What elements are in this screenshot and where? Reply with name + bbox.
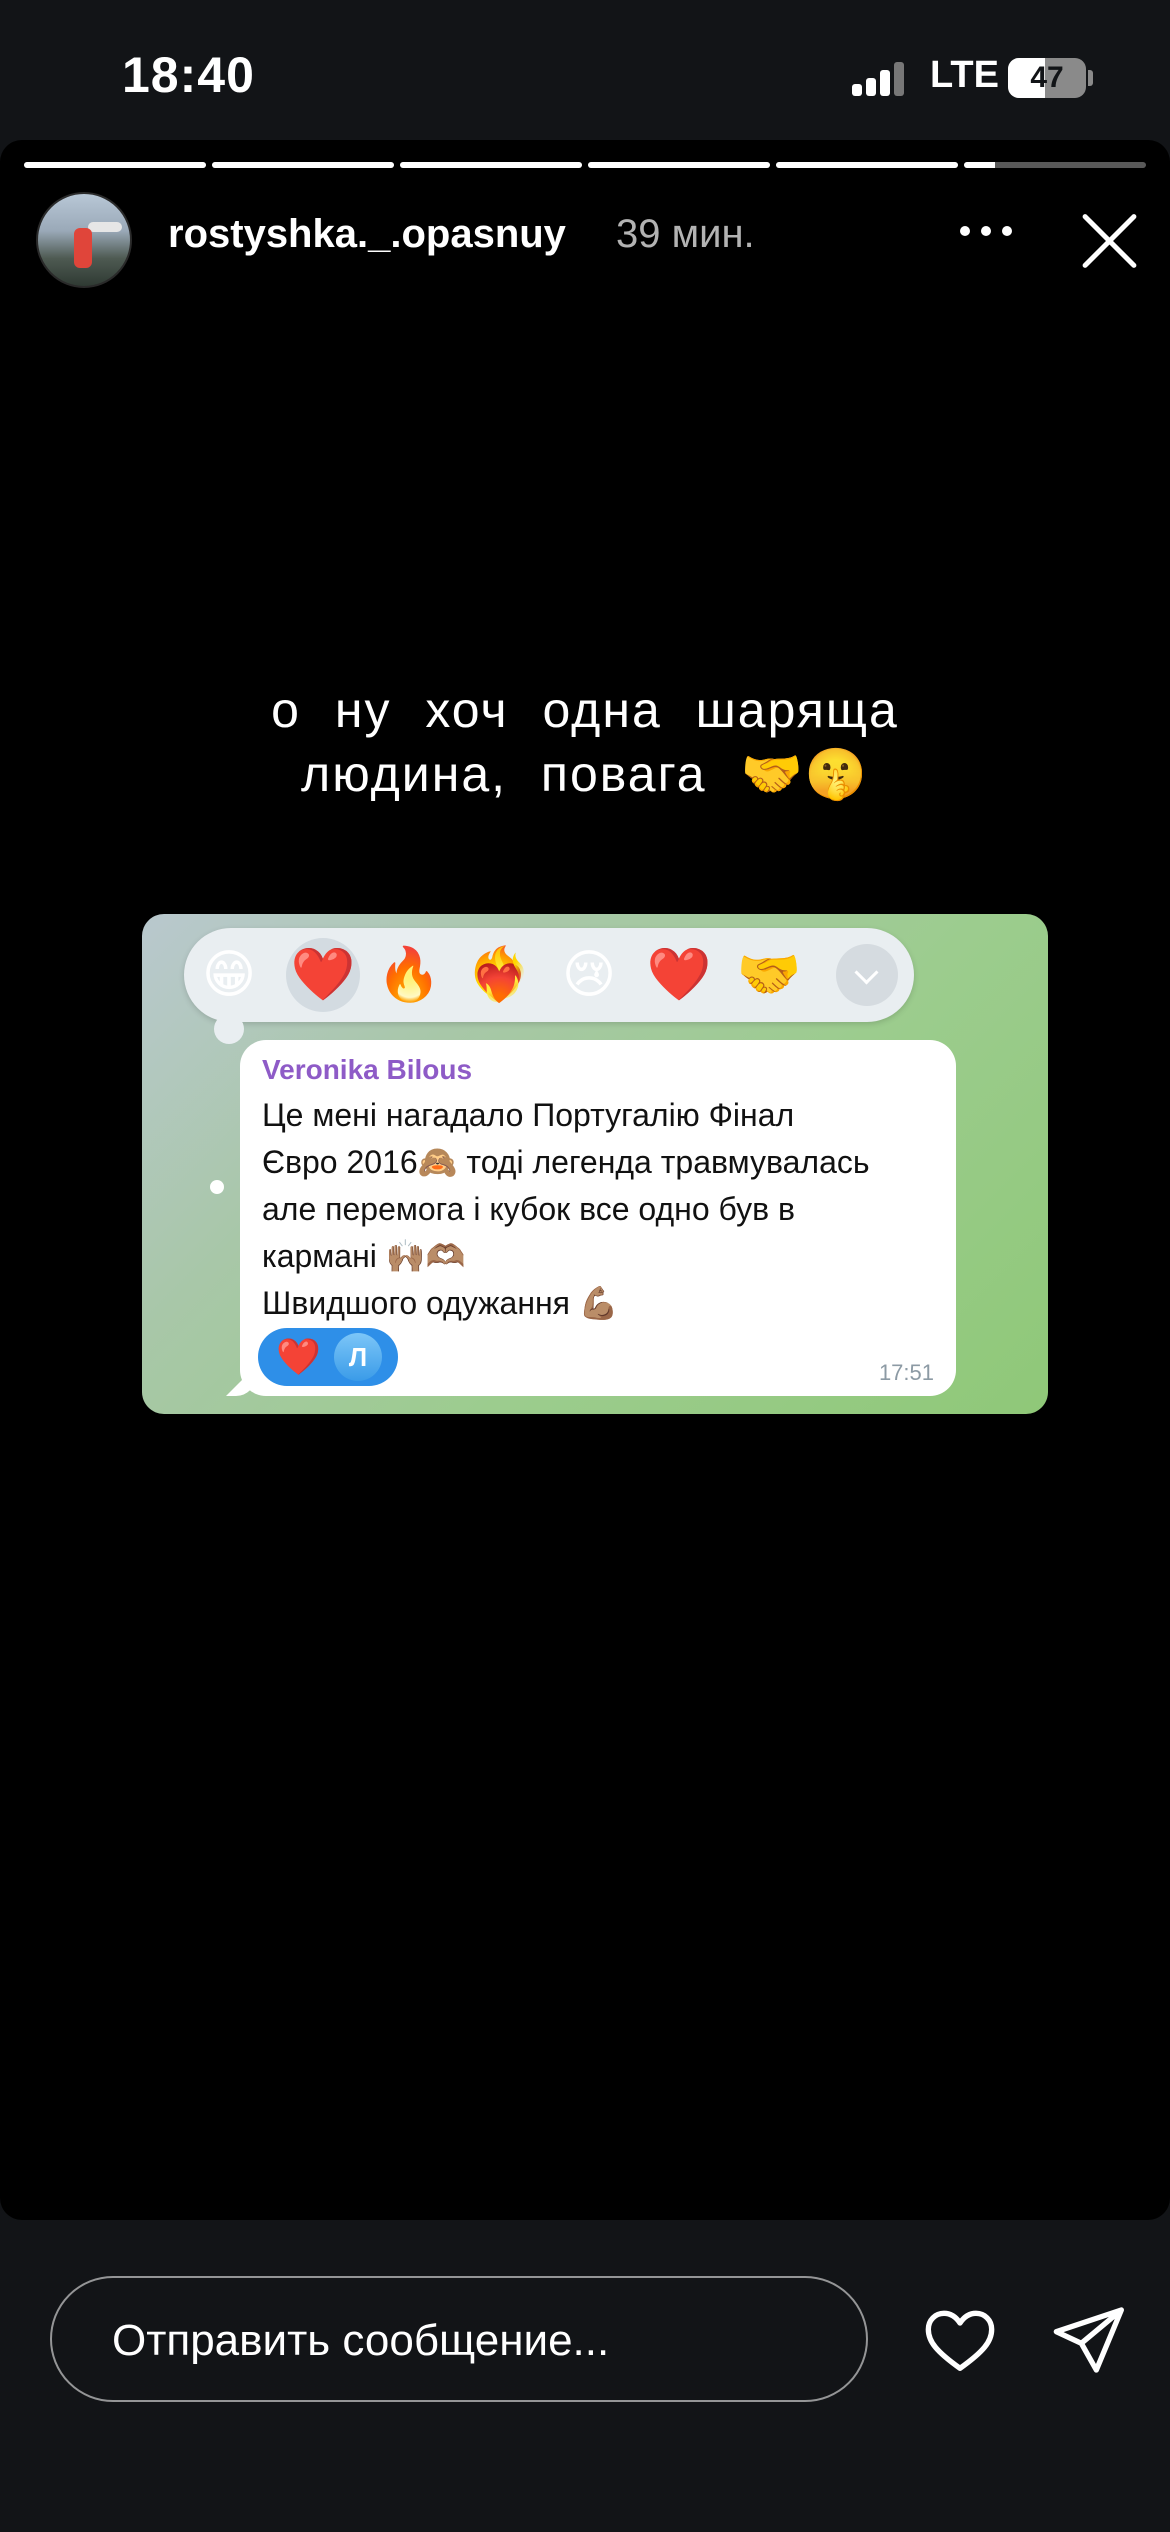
more-horizontal-icon[interactable] bbox=[960, 226, 1012, 238]
reaction-option: ❤️ bbox=[646, 946, 712, 1004]
reaction-avatar: Л bbox=[334, 1333, 382, 1381]
reaction-bubble-tail bbox=[214, 1014, 244, 1044]
reaction-bubble-dot bbox=[210, 1180, 224, 1194]
battery-icon: 47 bbox=[1008, 58, 1086, 98]
reaction-option: ❤️ bbox=[286, 938, 360, 1012]
story-progress-fill bbox=[588, 162, 770, 168]
story-caption: о ну хоч одна шаряща людина, повага 🤝🤫 bbox=[180, 678, 990, 806]
story-progress-bar bbox=[24, 162, 1146, 168]
caption-line-1: о ну хоч одна шаряща bbox=[271, 682, 899, 738]
story-progress-segment bbox=[400, 162, 582, 168]
send-icon[interactable] bbox=[1048, 2300, 1128, 2380]
close-icon[interactable] bbox=[1078, 210, 1140, 272]
story-progress-segment bbox=[776, 162, 958, 168]
chevron-down-icon bbox=[836, 944, 898, 1006]
reply-input-placeholder: Отправить сообщение... bbox=[112, 2316, 610, 2365]
battery-percent: 47 bbox=[1030, 61, 1064, 94]
story-progress-fill bbox=[400, 162, 582, 168]
reaction-option: 🤝 bbox=[736, 946, 802, 1004]
reaction-option: 😁 bbox=[201, 946, 257, 1004]
message-text: Це мені нагадало Португалію Фінал Євро 2… bbox=[262, 1097, 870, 1321]
story-progress-fill bbox=[212, 162, 394, 168]
reactions-bar: 😁 ❤️ 🔥 ❤️‍🔥 😢 ❤️ 🤝 bbox=[184, 928, 914, 1022]
message-sender: Veronika Bilous bbox=[262, 1054, 473, 1085]
story-progress-segment bbox=[964, 162, 1146, 168]
story-progress-fill bbox=[24, 162, 206, 168]
story-progress-segment bbox=[212, 162, 394, 168]
reaction-heart: ❤️ bbox=[276, 1336, 321, 1377]
chat-message: Veronika Bilous Це мені нагадало Португа… bbox=[240, 1040, 956, 1396]
avatar-person bbox=[74, 228, 92, 268]
reaction-option: 🔥 bbox=[376, 946, 442, 1004]
reaction-option: 😢 bbox=[561, 946, 617, 1004]
heart-icon[interactable] bbox=[920, 2300, 1000, 2380]
reply-input[interactable]: Отправить сообщение... bbox=[50, 2276, 868, 2402]
status-time: 18:40 bbox=[122, 47, 255, 103]
reaction-option: ❤️‍🔥 bbox=[466, 946, 532, 1004]
message-time: 17:51 bbox=[878, 1360, 934, 1385]
caption-line-2: людина, повага 🤝🤫 bbox=[301, 746, 869, 802]
story-progress-fill bbox=[964, 162, 995, 168]
story-progress-segment bbox=[588, 162, 770, 168]
message-reaction: ❤️ Л bbox=[258, 1328, 398, 1386]
story-progress-fill bbox=[776, 162, 958, 168]
reply-bar: Отправить сообщение... bbox=[0, 2220, 1170, 2532]
story-username[interactable]: rostyshka._.opasnuy bbox=[168, 212, 566, 257]
story-time-ago: 39 мин. bbox=[616, 212, 755, 256]
battery-nub bbox=[1088, 70, 1093, 86]
story-progress-segment bbox=[24, 162, 206, 168]
story-viewer[interactable]: rostyshka._.opasnuy 39 мин. о ну хоч одн… bbox=[0, 140, 1170, 2220]
status-bar: 18:40 LTE 47 bbox=[0, 0, 1170, 140]
avatar[interactable] bbox=[36, 192, 132, 288]
avatar-plane bbox=[88, 222, 122, 232]
network-type: LTE bbox=[930, 54, 999, 96]
cellular-signal-icon bbox=[852, 62, 906, 96]
shared-chat-screenshot: 😁 ❤️ 🔥 ❤️‍🔥 😢 ❤️ 🤝 Veronika Bilous Це мені наг… bbox=[142, 914, 1048, 1414]
